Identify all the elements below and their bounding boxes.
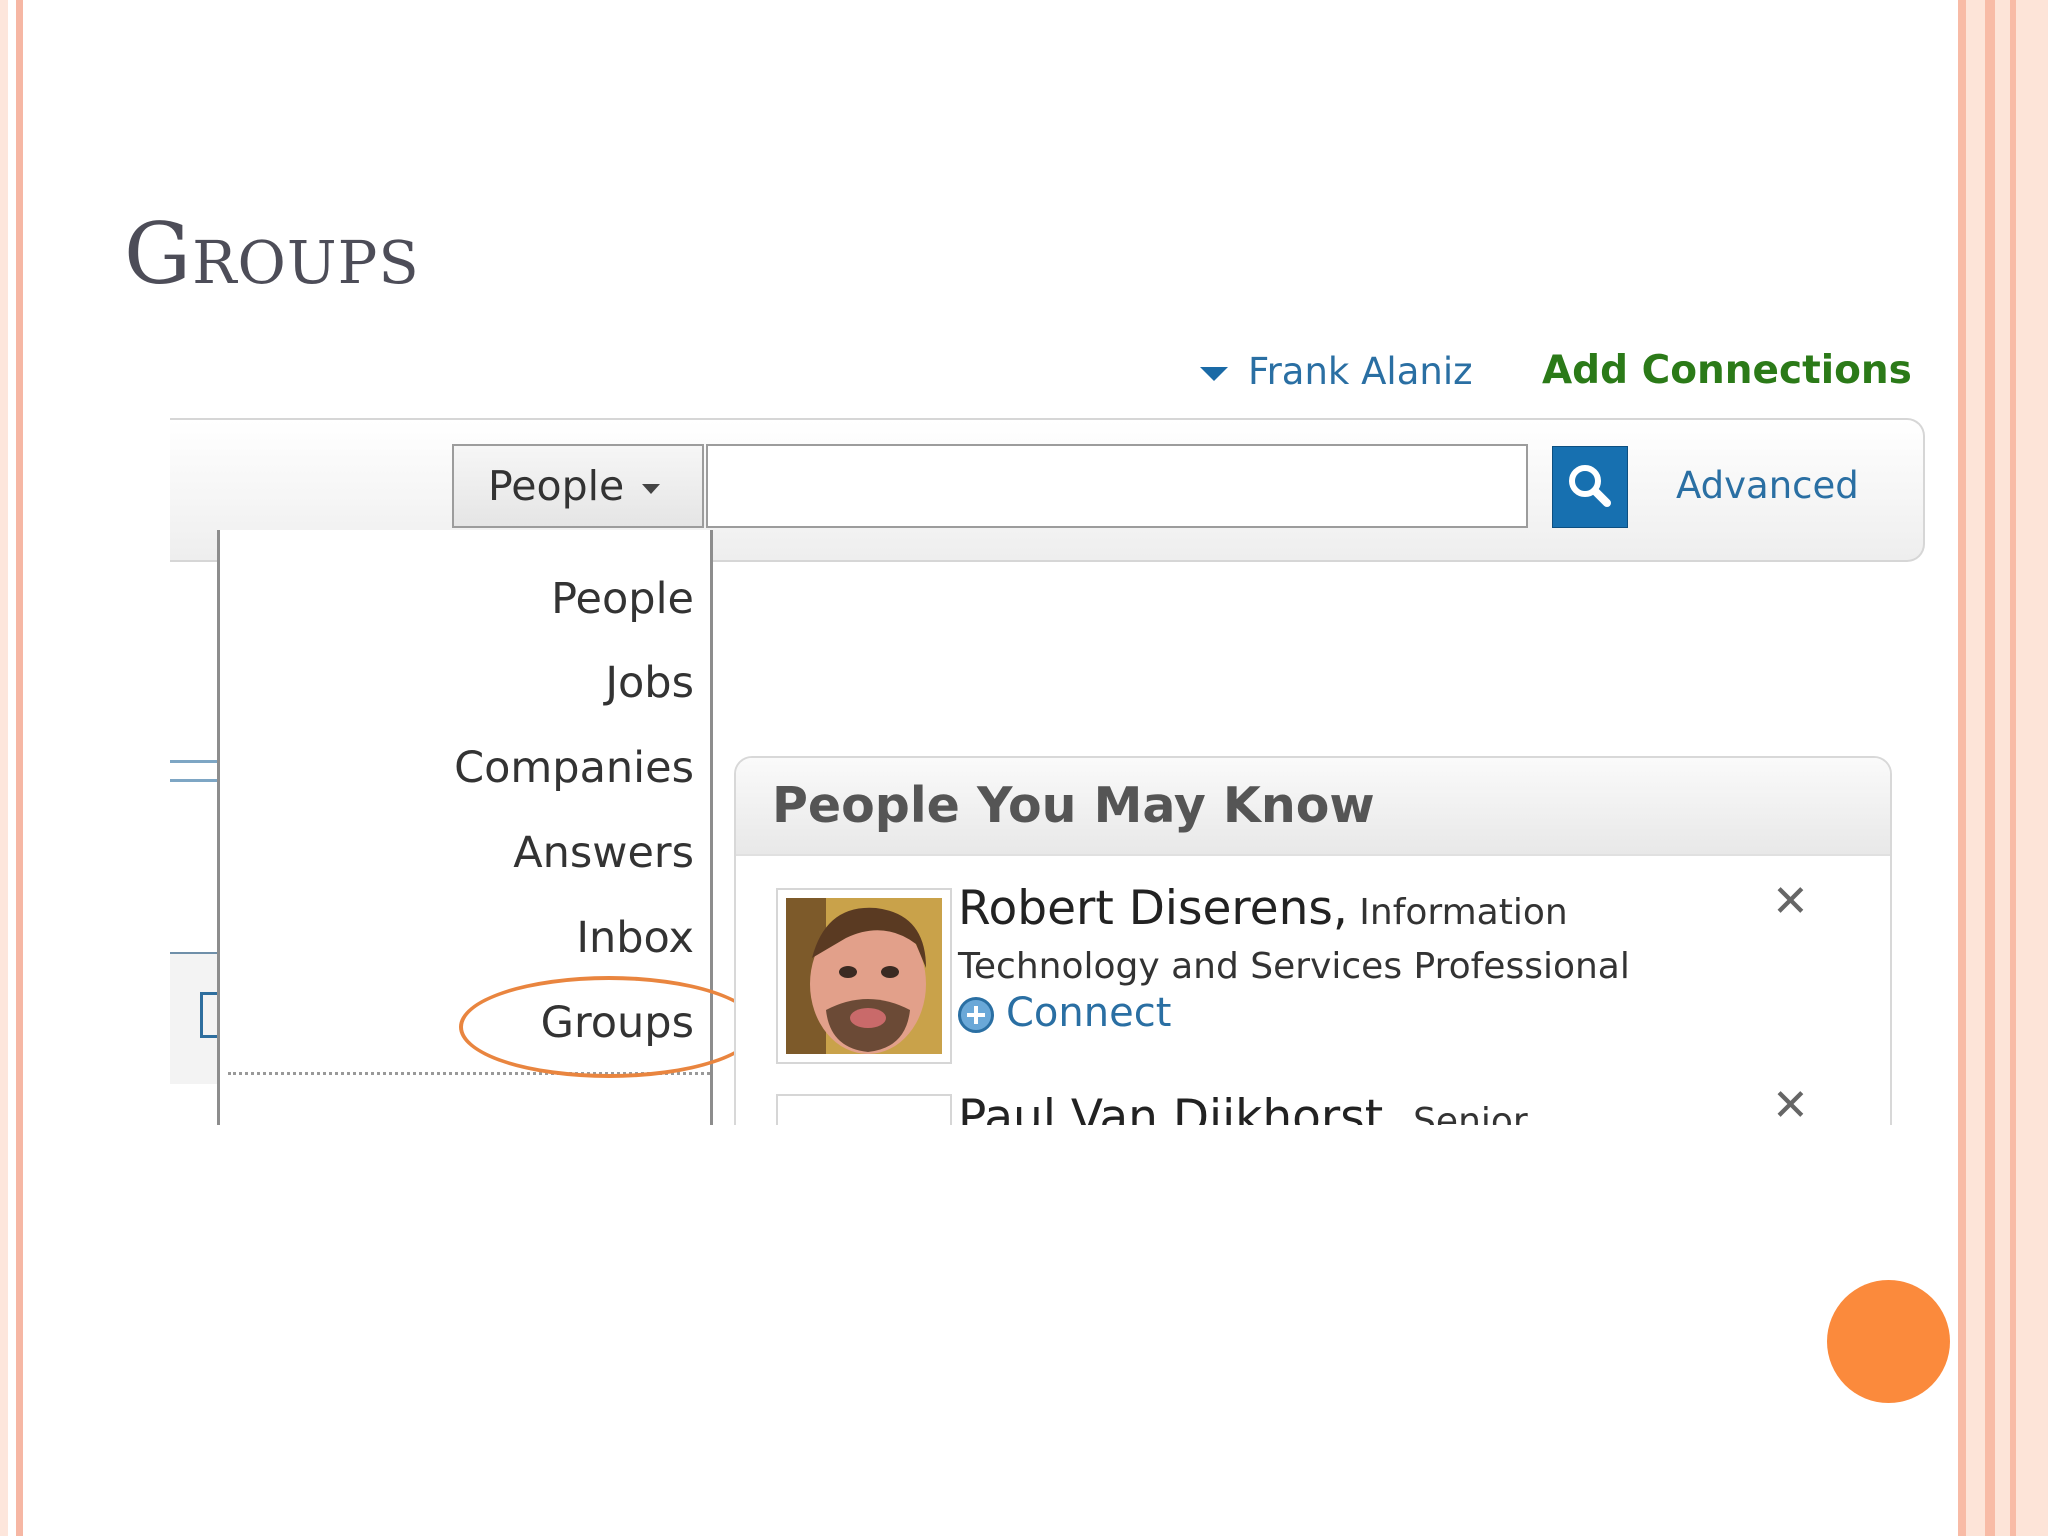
connect-label: Connect <box>1006 990 1172 1036</box>
add-connections-link[interactable]: Add Connections <box>1542 348 1912 393</box>
slide-right-rule <box>2010 0 2016 1536</box>
person-name[interactable]: Robert Diserens, <box>958 881 1348 936</box>
dropdown-item-inbox[interactable]: Inbox <box>576 913 694 963</box>
person-title: Senior <box>1413 1101 1528 1125</box>
panel-title: People You May Know <box>736 758 1890 856</box>
search-icon <box>1569 465 1611 507</box>
dropdown-item-answers[interactable]: Answers <box>513 828 694 878</box>
person-name[interactable]: Paul Van Dijkhorst, <box>958 1090 1398 1125</box>
profile-photo <box>786 898 942 1054</box>
search-input[interactable] <box>706 444 1528 528</box>
avatar[interactable] <box>776 888 952 1064</box>
slide-right-border <box>1958 0 2048 1536</box>
dropdown-item-companies[interactable]: Companies <box>454 743 694 793</box>
slide-right-rule <box>1958 0 1966 1536</box>
person-headline: Paul Van Dijkhorst, Senior <box>958 1090 1528 1125</box>
user-menu[interactable]: Frank Alaniz <box>1200 350 1473 393</box>
slide-right-rule <box>1985 0 1995 1536</box>
user-name: Frank Alaniz <box>1248 350 1473 393</box>
background-checkbox <box>200 992 217 1038</box>
plus-circle-icon <box>958 997 994 1033</box>
dismiss-icon[interactable]: ✕ <box>1772 876 1809 927</box>
person-headline: Robert Diserens, Information Technology … <box>958 882 1718 994</box>
slide-title: Groups <box>124 205 420 303</box>
people-you-may-know-panel: People You May Know Robert Diserens, Inf… <box>734 756 1892 1125</box>
dropdown-item-jobs[interactable]: Jobs <box>605 658 694 708</box>
background-tab-edge <box>170 760 218 782</box>
search-category-select[interactable]: People <box>452 444 704 528</box>
groups-highlight-annotation <box>459 976 759 1078</box>
slide-left-rule <box>16 0 23 1536</box>
caret-down-icon <box>1200 366 1228 381</box>
slide-left-border <box>0 0 8 1536</box>
connect-button[interactable]: Connect <box>958 990 1171 1036</box>
dismiss-icon[interactable]: ✕ <box>1772 1080 1809 1125</box>
advanced-search-link[interactable]: Advanced <box>1676 464 1859 507</box>
avatar[interactable] <box>776 1094 952 1125</box>
dropdown-item-people[interactable]: People <box>551 574 694 624</box>
search-button[interactable] <box>1552 446 1628 528</box>
slide-accent-dot <box>1827 1280 1950 1403</box>
caret-down-icon <box>642 484 661 494</box>
search-category-label: People <box>488 462 625 510</box>
linkedin-screenshot: Frank Alaniz Add Connections People Adva… <box>170 330 1930 1125</box>
